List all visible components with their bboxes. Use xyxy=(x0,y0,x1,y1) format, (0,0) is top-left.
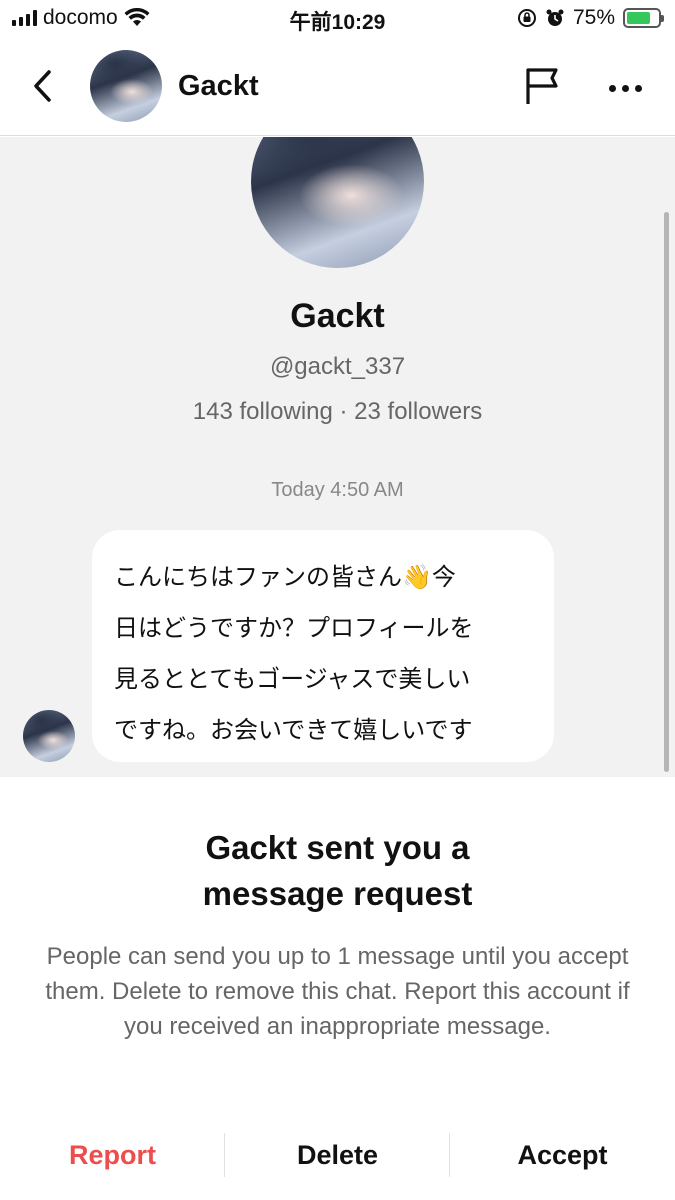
more-options-button[interactable] xyxy=(600,68,650,108)
message-line: ですね。お会いできて嬉しいです xyxy=(114,716,473,744)
action-divider xyxy=(449,1133,450,1177)
battery-level xyxy=(627,12,650,24)
status-right-group: 75% xyxy=(517,6,664,30)
profile-avatar[interactable] xyxy=(251,137,424,268)
header-username[interactable]: Gackt xyxy=(178,70,259,103)
scrollbar[interactable] xyxy=(664,212,669,772)
request-description: People can send you up to 1 message unti… xyxy=(45,943,630,1040)
message-bubble[interactable]: こんにちはファンの皆さん👋今 日はどうですか？プロフィールを 見るととてもゴージ… xyxy=(92,530,554,762)
report-flag-button[interactable] xyxy=(522,66,568,110)
delete-button[interactable]: Delete xyxy=(225,1133,450,1177)
message-request-panel: Gackt sent you a message request People … xyxy=(0,777,675,1200)
request-actions: Report Delete Accept xyxy=(0,1133,675,1177)
sender-avatar[interactable] xyxy=(23,710,75,762)
message-timestamp: Today 4:50 AM xyxy=(271,479,404,501)
action-divider xyxy=(224,1133,225,1177)
battery-percent: 75% xyxy=(572,6,615,29)
chevron-left-icon xyxy=(34,70,51,102)
flag-icon xyxy=(526,68,558,104)
back-button[interactable] xyxy=(22,64,62,108)
chat-header: Gackt xyxy=(0,38,675,136)
message-line: こんにちはファンの皆さん👋今 xyxy=(114,563,456,591)
report-button[interactable]: Report xyxy=(0,1133,225,1177)
request-title: Gackt sent you a message request xyxy=(202,829,473,912)
accept-button[interactable]: Accept xyxy=(450,1133,675,1177)
profile-stats: 143 following · 23 followers xyxy=(192,398,483,425)
profile-handle: @gackt_337 xyxy=(269,353,406,380)
message-line: 日はどうですか？プロフィールを xyxy=(114,614,474,642)
chat-area[interactable]: Gackt @gackt_337 143 following · 23 foll… xyxy=(0,137,675,777)
battery-icon xyxy=(623,8,664,28)
more-icon xyxy=(608,84,616,92)
header-avatar[interactable] xyxy=(90,50,162,122)
orientation-lock-icon xyxy=(517,9,536,27)
alarm-icon xyxy=(546,9,564,26)
message-line: 見るととてもゴージャスで美しい xyxy=(114,665,471,693)
status-bar: docomo 午前10:29 75% xyxy=(0,0,675,38)
profile-name: Gackt xyxy=(290,297,385,335)
